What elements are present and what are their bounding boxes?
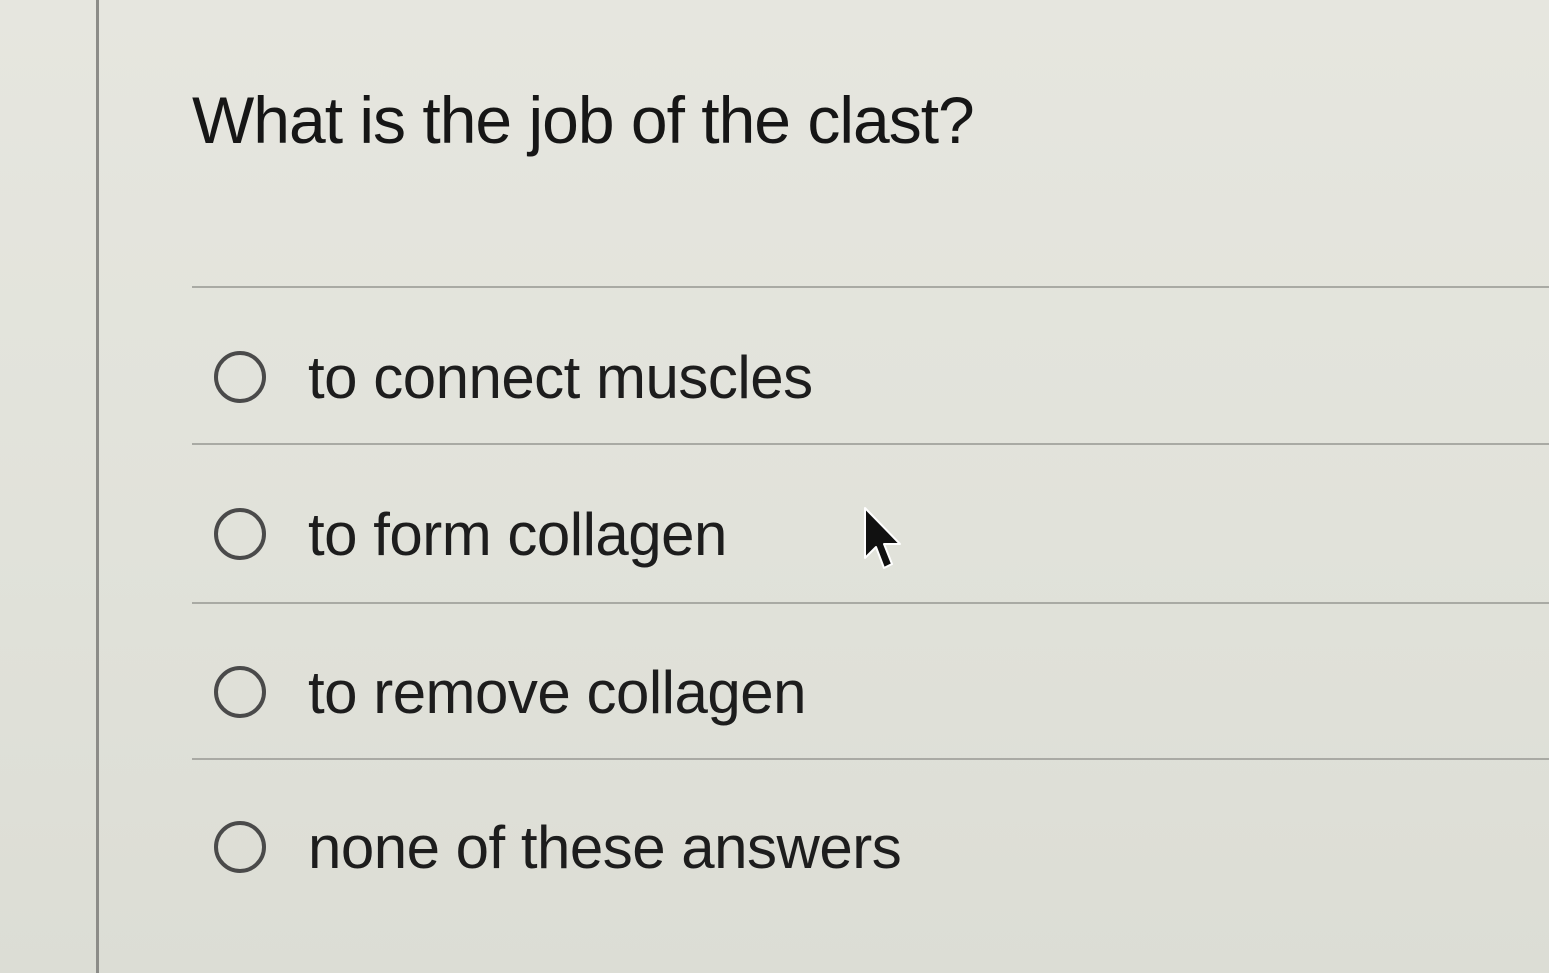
quiz-page: What is the job of the clast? to connect… bbox=[0, 0, 1549, 973]
radio-button[interactable] bbox=[214, 351, 266, 403]
answer-option-3[interactable]: to remove collagen bbox=[214, 652, 806, 732]
answer-label: to remove collagen bbox=[308, 658, 806, 726]
mouse-pointer-icon bbox=[864, 507, 901, 569]
divider bbox=[192, 286, 1549, 288]
radio-button[interactable] bbox=[214, 821, 266, 873]
divider bbox=[192, 443, 1549, 445]
left-border bbox=[96, 0, 99, 973]
answer-label: to form collagen bbox=[308, 500, 727, 568]
answer-label: to connect muscles bbox=[308, 343, 813, 411]
answer-label: none of these answers bbox=[308, 813, 902, 881]
divider bbox=[192, 602, 1549, 604]
answer-option-1[interactable]: to connect muscles bbox=[214, 337, 813, 417]
radio-button[interactable] bbox=[214, 666, 266, 718]
answer-option-4[interactable]: none of these answers bbox=[214, 807, 902, 887]
question-title: What is the job of the clast? bbox=[192, 83, 975, 157]
divider bbox=[192, 758, 1549, 760]
answer-option-2[interactable]: to form collagen bbox=[214, 494, 727, 574]
radio-button[interactable] bbox=[214, 508, 266, 560]
